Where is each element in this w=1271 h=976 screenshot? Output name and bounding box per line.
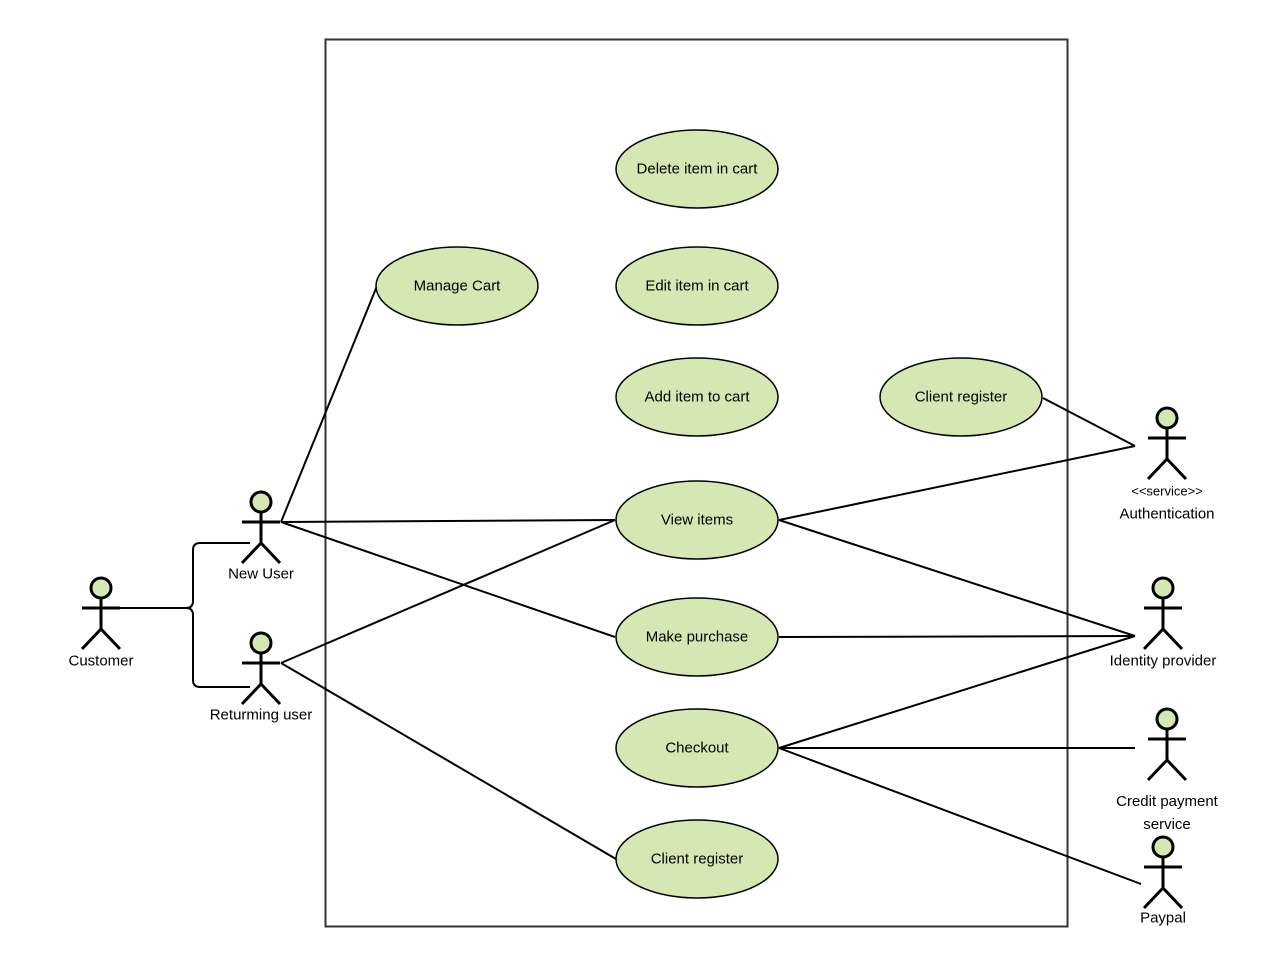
actor-figure-icon — [1161, 886, 1184, 910]
actor-head-icon — [1151, 576, 1175, 600]
actor-label: Credit payment service — [1116, 793, 1218, 833]
actor-identity-provider[interactable] — [1142, 576, 1184, 651]
actor-figure-icon — [259, 541, 282, 565]
association-checkout-identity-provider — [778, 635, 1136, 749]
association-returning-user-client-register-bottom — [280, 662, 617, 860]
actor-customer[interactable] — [80, 576, 122, 651]
actor-figure-icon — [99, 627, 122, 651]
association-customer-returning-user — [120, 607, 250, 688]
association-new-user-make-purchase — [280, 521, 616, 638]
actor-head-icon — [89, 576, 113, 600]
association-view-items-identity-provider — [778, 519, 1136, 637]
actor-returning-user[interactable] — [240, 631, 282, 706]
actor-figure-icon — [1165, 758, 1188, 782]
use-case-label: Client register — [914, 388, 1008, 406]
actor-credit-payment[interactable] — [1146, 707, 1188, 782]
actor-figure-icon — [80, 627, 103, 651]
actor-head-icon — [1151, 835, 1175, 859]
actor-label: Authentication — [1119, 505, 1215, 523]
actor-authentication[interactable] — [1146, 406, 1188, 481]
actor-head-icon — [1155, 406, 1179, 430]
actor-figure-icon — [259, 682, 282, 706]
actor-figure-icon — [1146, 758, 1169, 782]
actor-figure-icon — [1165, 457, 1188, 481]
actor-label: Customer — [68, 652, 134, 670]
association-checkout-paypal — [778, 747, 1142, 885]
actor-stereotype: <<service>> — [1131, 483, 1203, 499]
use-case-diagram — [80, 38, 1188, 928]
association-new-user-manage-cart — [280, 285, 378, 523]
use-case-label: Edit item in cart — [645, 277, 749, 295]
actor-figure-icon — [1146, 457, 1169, 481]
use-case-label: Manage Cart — [413, 277, 501, 295]
use-case-label: Checkout — [665, 739, 729, 757]
association-make-purchase-identity-provider — [778, 635, 1136, 638]
use-case-label: Make purchase — [645, 628, 749, 646]
actor-label: Identity provider — [1109, 652, 1217, 670]
actor-head-icon — [249, 631, 273, 655]
actor-figure-icon — [240, 541, 263, 565]
actor-paypal[interactable] — [1142, 835, 1184, 910]
association-client-register-top-authentication — [1042, 397, 1136, 447]
use-case-label: Add item to cart — [644, 388, 750, 406]
use-case-label: Client register — [650, 850, 744, 868]
actor-label: New User — [228, 565, 294, 583]
association-returning-user-view-items — [280, 519, 616, 664]
actor-label: Returming user — [209, 706, 313, 724]
actor-head-icon — [249, 490, 273, 514]
use-case-label: View items — [660, 511, 734, 529]
actor-new-user[interactable] — [240, 490, 282, 565]
actor-head-icon — [1155, 707, 1179, 731]
association-new-user-view-items — [280, 519, 616, 523]
association-view-items-authentication — [778, 445, 1136, 521]
actor-figure-icon — [1142, 886, 1165, 910]
use-case-label: Delete item in cart — [636, 160, 758, 178]
actor-figure-icon — [1142, 627, 1165, 651]
actor-label: Paypal — [1140, 909, 1186, 927]
actor-figure-icon — [1161, 627, 1184, 651]
